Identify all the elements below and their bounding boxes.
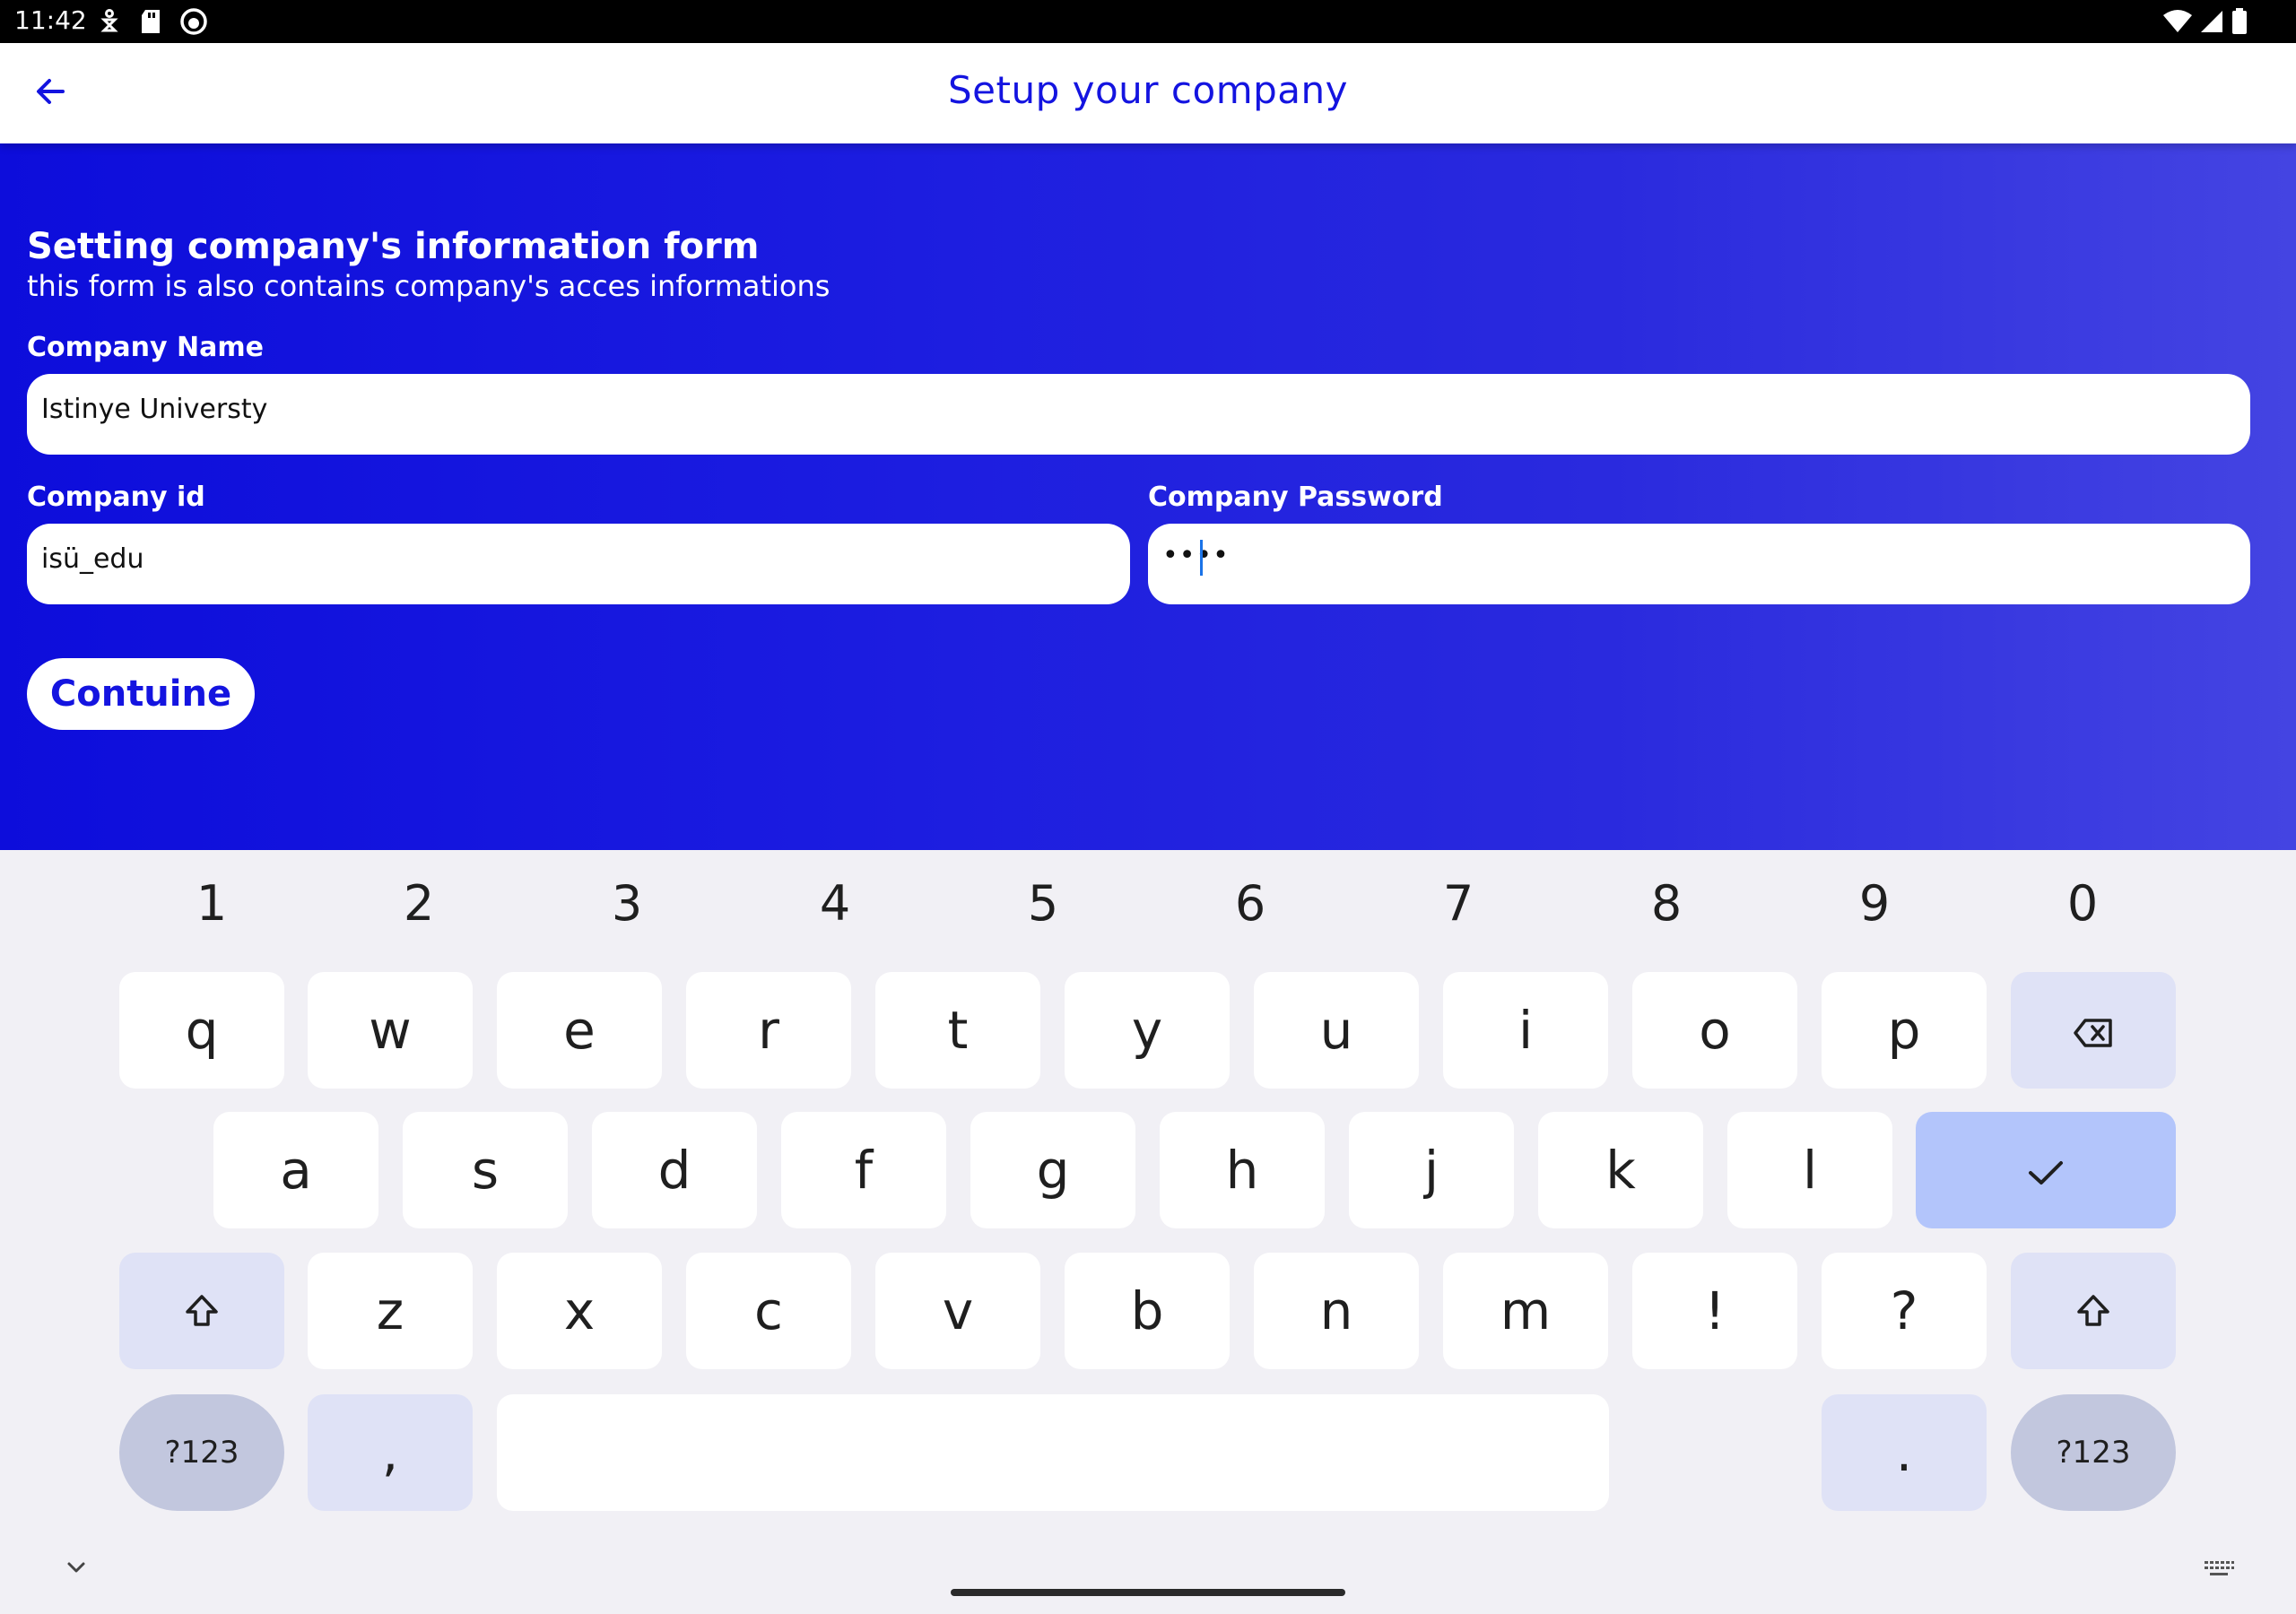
key-0[interactable]: 0: [2047, 875, 2118, 932]
key-q[interactable]: q: [119, 972, 284, 1089]
company-name-value: Istinye Universty: [41, 394, 268, 425]
company-id-label: Company id: [27, 482, 205, 513]
battery-icon: [2231, 7, 2248, 36]
keyboard-switcher-button[interactable]: [2203, 1558, 2235, 1584]
key-1[interactable]: 1: [176, 875, 248, 932]
key-p[interactable]: p: [1822, 972, 1987, 1089]
company-form-section: Setting company's information form this …: [0, 143, 2296, 850]
key-d[interactable]: d: [592, 1112, 757, 1228]
cellular-signal-icon: [2199, 7, 2224, 36]
key-g[interactable]: g: [970, 1112, 1135, 1228]
company-id-value: isü_edu: [41, 543, 144, 575]
on-screen-keyboard: 1 2 3 4 5 6 7 8 9 0 q w e r t y u i o p …: [0, 850, 2296, 1614]
key-j[interactable]: j: [1349, 1112, 1514, 1228]
key-5[interactable]: 5: [1007, 875, 1079, 932]
sd-card-icon: [140, 7, 163, 36]
key-s[interactable]: s: [403, 1112, 568, 1228]
key-b[interactable]: b: [1065, 1253, 1230, 1369]
key-f[interactable]: f: [781, 1112, 946, 1228]
shift-icon: [184, 1280, 220, 1341]
company-id-input[interactable]: isü_edu: [27, 524, 1130, 604]
key-comma[interactable]: ,: [308, 1394, 473, 1511]
key-7[interactable]: 7: [1422, 875, 1494, 932]
key-question[interactable]: ?: [1822, 1253, 1987, 1369]
company-name-label: Company Name: [27, 332, 264, 363]
key-9[interactable]: 9: [1839, 875, 1910, 932]
key-a[interactable]: a: [213, 1112, 378, 1228]
key-6[interactable]: 6: [1214, 875, 1286, 932]
backspace-key[interactable]: [2011, 972, 2176, 1089]
key-8[interactable]: 8: [1631, 875, 1702, 932]
company-password-input[interactable]: ••••: [1148, 524, 2250, 604]
key-period[interactable]: .: [1822, 1394, 1987, 1511]
shift-key-left[interactable]: [119, 1253, 284, 1369]
key-r[interactable]: r: [686, 972, 851, 1089]
key-l[interactable]: l: [1727, 1112, 1892, 1228]
key-z[interactable]: z: [308, 1253, 473, 1369]
key-c[interactable]: c: [686, 1253, 851, 1369]
key-exclamation[interactable]: !: [1632, 1253, 1797, 1369]
key-w[interactable]: w: [308, 972, 473, 1089]
keyboard-icon: [2203, 1561, 2235, 1584]
key-u[interactable]: u: [1254, 972, 1419, 1089]
form-subtitle: this form is also contains company's acc…: [27, 269, 831, 303]
key-4[interactable]: 4: [799, 875, 871, 932]
shift-icon: [2075, 1280, 2111, 1341]
key-y[interactable]: y: [1065, 972, 1230, 1089]
status-time: 11:42: [14, 5, 87, 35]
key-m[interactable]: m: [1443, 1253, 1608, 1369]
key-k[interactable]: k: [1538, 1112, 1703, 1228]
key-e[interactable]: e: [497, 972, 662, 1089]
symbols-key-right[interactable]: ?123: [2011, 1394, 2176, 1511]
key-t[interactable]: t: [875, 972, 1040, 1089]
key-2[interactable]: 2: [383, 875, 455, 932]
key-x[interactable]: x: [497, 1253, 662, 1369]
navigation-handle[interactable]: [951, 1589, 1345, 1596]
symbols-key-left[interactable]: ?123: [119, 1394, 284, 1511]
key-3[interactable]: 3: [591, 875, 663, 932]
key-n[interactable]: n: [1254, 1253, 1419, 1369]
app-bar: Setup your company: [0, 43, 2296, 143]
hide-keyboard-button[interactable]: [63, 1558, 90, 1580]
continue-button[interactable]: Contuine: [27, 658, 255, 730]
text-cursor: [1200, 540, 1203, 576]
app-notification-icon: [179, 7, 208, 36]
form-title: Setting company's information form: [27, 226, 760, 267]
chevron-down-icon: [63, 1562, 90, 1580]
page-title: Setup your company: [948, 68, 1348, 112]
accessibility-icon: [97, 7, 122, 36]
status-bar: 11:42: [0, 0, 2296, 43]
company-name-input[interactable]: Istinye Universty: [27, 374, 2250, 455]
checkmark-icon: [2026, 1140, 2066, 1201]
space-bar[interactable]: [497, 1394, 1609, 1511]
key-h[interactable]: h: [1160, 1112, 1325, 1228]
password-masked-value: ••••: [1162, 540, 1230, 571]
wifi-icon: [2161, 7, 2194, 36]
key-v[interactable]: v: [875, 1253, 1040, 1369]
shift-key-right[interactable]: [2011, 1253, 2176, 1369]
key-o[interactable]: o: [1632, 972, 1797, 1089]
key-i[interactable]: i: [1443, 972, 1608, 1089]
company-password-label: Company Password: [1148, 482, 1443, 513]
enter-key[interactable]: [1916, 1112, 2176, 1228]
backspace-icon: [2073, 1000, 2114, 1061]
